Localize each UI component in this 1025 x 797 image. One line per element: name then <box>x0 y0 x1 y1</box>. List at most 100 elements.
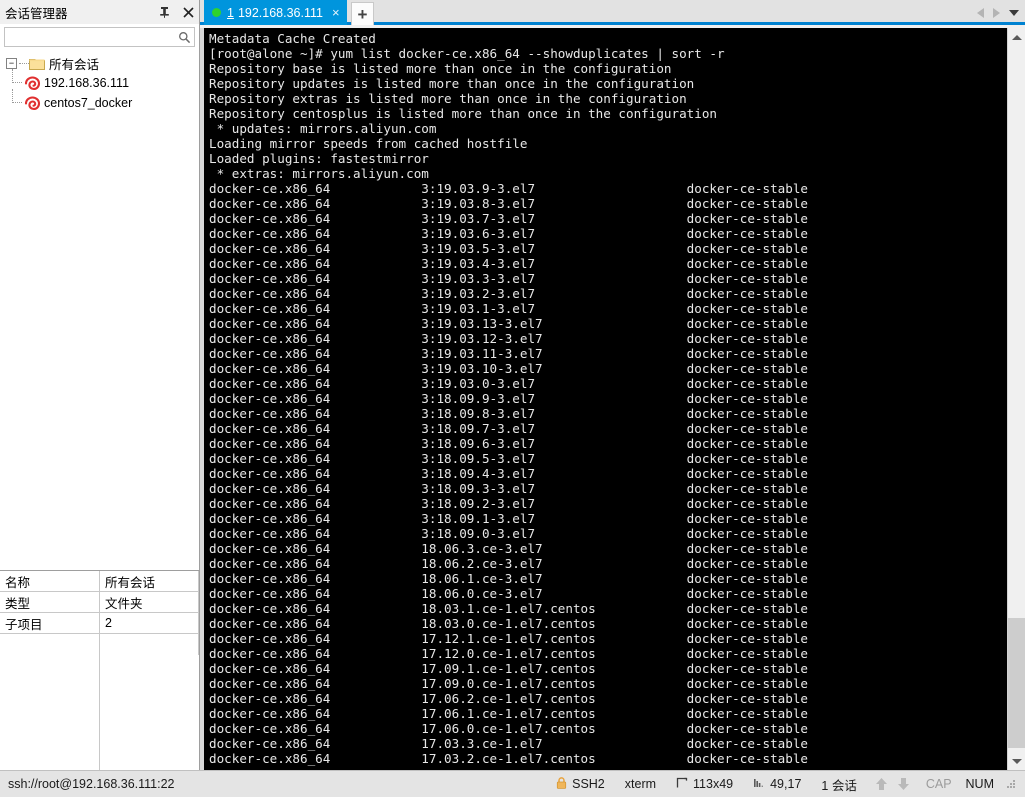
terminal-line: docker-ce.x86_64 3:19.03.10-3.el7 docker… <box>209 361 808 376</box>
terminal-line: Loaded plugins: fastestmirror <box>209 151 429 166</box>
terminal-output[interactable]: Metadata Cache Created [root@alone ~]# yu… <box>204 28 1007 770</box>
resize-icon <box>676 777 688 792</box>
cursor-pos-icon <box>753 777 765 792</box>
terminal-line: docker-ce.x86_64 3:19.03.7-3.el7 docker-… <box>209 211 808 226</box>
status-terminal-type[interactable]: xterm <box>615 777 666 791</box>
terminal-scrollbar[interactable] <box>1007 28 1025 770</box>
status-transfer-indicators <box>867 777 919 791</box>
terminal-line: docker-ce.x86_64 18.06.1.ce-3.el7 docker… <box>209 571 808 586</box>
status-terminal-type-label: xterm <box>624 777 657 791</box>
terminal-line: docker-ce.x86_64 3:19.03.3-3.el7 docker-… <box>209 271 808 286</box>
terminal-line: docker-ce.x86_64 3:19.03.12-3.el7 docker… <box>209 331 808 346</box>
scroll-down-icon[interactable] <box>1008 752 1025 770</box>
session-search-box[interactable] <box>4 27 195 47</box>
properties-grid: 名称 所有会话 类型 文件夹 子项目 2 <box>0 570 199 771</box>
terminal-line: docker-ce.x86_64 3:18.09.3-3.el7 docker-… <box>209 481 808 496</box>
chevron-left-icon[interactable] <box>977 7 984 18</box>
tree-node-root[interactable]: − 所有会话 <box>6 53 199 73</box>
terminal-line: docker-ce.x86_64 3:18.09.7-3.el7 docker-… <box>209 421 808 436</box>
terminal-area: Metadata Cache Created [root@alone ~]# yu… <box>200 28 1025 770</box>
tree-node-root-label: 所有会话 <box>49 57 100 72</box>
arrow-up-icon <box>875 777 889 791</box>
terminal-line: docker-ce.x86_64 18.06.3.ce-3.el7 docker… <box>209 541 808 556</box>
tab-title: 192.168.36.111 <box>237 5 323 20</box>
status-connection: ssh://root@192.168.36.111:22 <box>8 777 175 791</box>
terminal-line: docker-ce.x86_64 17.09.1.ce-1.el7.centos… <box>209 661 808 676</box>
terminal-line: docker-ce.x86_64 17.12.0.ce-1.el7.centos… <box>209 646 808 661</box>
terminal-line: Repository extras is listed more than on… <box>209 91 687 106</box>
terminal-line: docker-ce.x86_64 17.06.0.ce-1.el7.centos… <box>209 721 808 736</box>
pin-icon[interactable] <box>157 4 171 20</box>
terminal-line: docker-ce.x86_64 3:18.09.1-3.el7 docker-… <box>209 511 808 526</box>
terminal-line: docker-ce.x86_64 3:19.03.8-3.el7 docker-… <box>209 196 808 211</box>
terminal-line: Metadata Cache Created <box>209 31 376 46</box>
status-right-group: SSH2 xterm 113x49 49,17 1 会话 CAP NUM <box>546 775 1025 794</box>
terminal-line: docker-ce.x86_64 3:19.03.1-3.el7 docker-… <box>209 301 808 316</box>
chevron-right-icon[interactable] <box>993 7 1000 18</box>
terminal-line: * updates: mirrors.aliyun.com <box>209 121 437 136</box>
scrollbar-thumb[interactable] <box>1008 618 1025 748</box>
terminal-line: docker-ce.x86_64 3:18.09.5-3.el7 docker-… <box>209 451 808 466</box>
terminal-line: [root@alone ~]# yum list docker-ce.x86_6… <box>209 46 725 61</box>
terminal-line: docker-ce.x86_64 3:18.09.0-3.el7 docker-… <box>209 526 808 541</box>
terminal-line: docker-ce.x86_64 3:19.03.9-3.el7 docker-… <box>209 181 808 196</box>
tree-connector <box>6 69 24 93</box>
property-key: 名称 <box>0 571 100 592</box>
new-tab-button[interactable]: + <box>351 2 374 25</box>
tab-number: 1 <box>227 5 234 20</box>
status-caps-lock: CAP <box>919 777 959 791</box>
status-protocol-label: SSH2 <box>572 777 605 791</box>
status-caps-label: CAP <box>925 777 952 791</box>
session-manager-title: 会话管理器 <box>5 6 68 21</box>
status-session-count-label: 1 会话 <box>821 778 857 793</box>
terminal-line: docker-ce.x86_64 3:19.03.6-3.el7 docker-… <box>209 226 808 241</box>
search-input[interactable] <box>5 28 174 46</box>
tree-connector <box>6 89 24 113</box>
search-icon[interactable] <box>174 28 194 46</box>
session-manager-titlebar: 会话管理器 <box>0 0 199 24</box>
terminal-line: Repository updates is listed more than o… <box>209 76 695 91</box>
properties-filler <box>0 655 100 771</box>
tree-expander-icon[interactable]: − <box>6 57 17 69</box>
terminal-line: Repository base is listed more than once… <box>209 61 672 76</box>
terminal-line: docker-ce.x86_64 18.06.2.ce-3.el7 docker… <box>209 556 808 571</box>
terminal-line: docker-ce.x86_64 18.03.0.ce-1.el7.centos… <box>209 616 808 631</box>
lock-icon <box>556 776 567 792</box>
terminal-line: docker-ce.x86_64 3:18.09.2-3.el7 docker-… <box>209 496 808 511</box>
panel-title-buttons <box>157 0 195 24</box>
terminal-line: docker-ce.x86_64 18.03.1.ce-1.el7.centos… <box>209 601 808 616</box>
terminal-line: * extras: mirrors.aliyun.com <box>209 166 429 181</box>
resize-grip-icon[interactable] <box>1005 778 1017 790</box>
scroll-up-icon[interactable] <box>1008 28 1025 46</box>
terminal-line: docker-ce.x86_64 3:19.03.0-3.el7 docker-… <box>209 376 808 391</box>
terminal-line: docker-ce.x86_64 17.06.2.ce-1.el7.centos… <box>209 691 808 706</box>
property-value: 所有会话 <box>100 571 199 592</box>
status-cursor-label: 49,17 <box>770 777 802 791</box>
tree-node-session-2[interactable]: centos7_docker <box>6 89 199 113</box>
close-icon[interactable] <box>181 4 195 20</box>
status-size[interactable]: 113x49 <box>666 777 743 792</box>
property-row-empty <box>0 634 199 655</box>
tab-session-1[interactable]: 1 192.168.36.111 × <box>204 0 347 25</box>
status-session-count[interactable]: 1 会话 <box>811 775 866 794</box>
session-manager-panel: 会话管理器 − 所有会话 192.168.36.111 centos7_dock… <box>0 0 200 771</box>
property-value: 文件夹 <box>100 592 199 613</box>
terminal-line: docker-ce.x86_64 17.03.3.ce-1.el7 docker… <box>209 736 808 751</box>
tab-scroll-controls <box>977 0 1019 25</box>
status-cursor[interactable]: 49,17 <box>743 777 811 792</box>
tree-node-label: 192.168.36.111 <box>44 76 130 90</box>
status-bar: ssh://root@192.168.36.111:22 SSH2 xterm <box>0 770 1025 797</box>
application-window: 会话管理器 − 所有会话 192.168.36.111 centos7_dock… <box>0 0 1025 797</box>
chevron-down-icon[interactable] <box>1009 9 1019 16</box>
status-protocol[interactable]: SSH2 <box>546 776 615 792</box>
tab-close-icon[interactable]: × <box>332 6 340 19</box>
terminal-line: docker-ce.x86_64 3:19.03.13-3.el7 docker… <box>209 316 808 331</box>
terminal-line: docker-ce.x86_64 3:18.09.4-3.el7 docker-… <box>209 466 808 481</box>
property-key-empty <box>0 634 100 655</box>
session-icon <box>24 75 41 91</box>
terminal-line: docker-ce.x86_64 3:18.09.6-3.el7 docker-… <box>209 436 808 451</box>
property-row: 类型 文件夹 <box>0 592 199 613</box>
terminal-line: Repository centosplus is listed more tha… <box>209 106 717 121</box>
tree-node-session-1[interactable]: 192.168.36.111 <box>6 69 199 93</box>
session-icon <box>24 95 41 111</box>
